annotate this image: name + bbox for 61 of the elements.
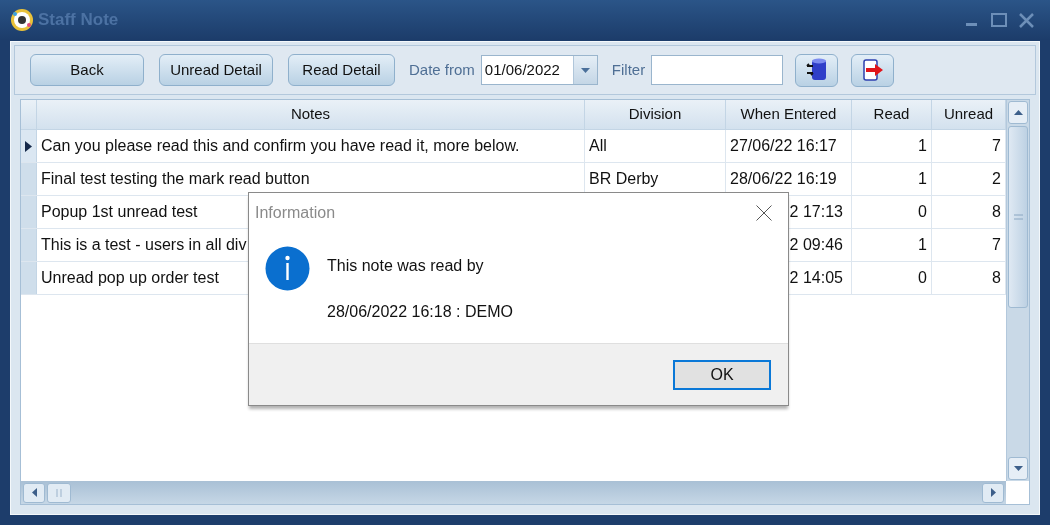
table-cell-text: 1 xyxy=(918,235,927,255)
table-cell-text: 28/06/22 16:19 xyxy=(730,169,837,189)
table-cell-text: 1 xyxy=(918,136,927,156)
scroll-up-button[interactable] xyxy=(1008,101,1028,124)
table-cell-text: Unread pop up order test xyxy=(41,268,219,288)
down-arrow-icon xyxy=(1013,466,1023,471)
table-cell-text: 1 xyxy=(918,169,927,189)
table-cell-text: 7 xyxy=(992,136,1001,156)
close-icon[interactable] xyxy=(756,205,772,221)
current-row-icon xyxy=(25,140,32,152)
scroll-thumb[interactable] xyxy=(1008,126,1028,308)
exit-button[interactable] xyxy=(851,53,895,87)
database-refresh-button[interactable] xyxy=(795,53,839,87)
table-cell-text: All xyxy=(589,136,607,156)
toolbar-button[interactable]: Back xyxy=(30,54,144,86)
column-header[interactable]: When Entered xyxy=(726,100,852,129)
row-selector[interactable] xyxy=(21,130,37,162)
table-cell-text: 0 xyxy=(918,268,927,288)
left-arrow-icon xyxy=(31,488,37,497)
ok-button[interactable]: OK xyxy=(673,359,771,390)
table-cell-text: 2 17:13 xyxy=(789,202,843,222)
toolbar-button[interactable]: Read Detail xyxy=(288,54,395,86)
horizontal-scrollbar[interactable] xyxy=(21,481,1006,504)
vertical-scrollbar[interactable] xyxy=(1006,100,1029,481)
table-cell-text: 2 xyxy=(992,169,1001,189)
up-arrow-icon xyxy=(1013,110,1023,115)
filter-field[interactable] xyxy=(651,55,784,85)
table-cell-text: Can you please read this and confirm you have read it, more below. xyxy=(41,136,520,156)
column-header[interactable]: Notes xyxy=(37,100,585,129)
maximize-icon[interactable] xyxy=(991,13,1007,27)
dialog-message: This note was read by xyxy=(327,256,485,276)
date-dropdown[interactable]: 01/06/2022 xyxy=(480,55,598,85)
table-cell-text: Final test testing the mark read button xyxy=(41,169,310,189)
table-cell-text: 0 xyxy=(918,202,927,222)
scroll-down-button[interactable] xyxy=(1008,457,1028,480)
table-cell-text: 7 xyxy=(992,235,1001,255)
dialog-detail: 28/06/2022 16:18 : DEMO xyxy=(327,302,513,322)
table-cell-text: 27/06/22 16:17 xyxy=(730,136,837,156)
column-header[interactable]: Division xyxy=(585,100,726,129)
table-cell-text: BR Derby xyxy=(589,169,659,189)
table-cell-text: 2 14:05 xyxy=(789,268,843,288)
table-cell-text: 8 xyxy=(992,268,1001,288)
info-icon xyxy=(265,246,310,291)
grip-icon xyxy=(56,488,62,497)
close-icon[interactable] xyxy=(1019,12,1034,28)
table-cell-text: This is a test - users in all div xyxy=(41,235,247,255)
dropdown-caret-icon xyxy=(580,67,590,73)
table-cell-text: 8 xyxy=(992,202,1001,222)
table-cell-text: Popup 1st unread test xyxy=(41,202,198,222)
dialog-title: Information xyxy=(255,203,336,223)
right-arrow-icon xyxy=(990,488,996,497)
app-logo-icon xyxy=(10,8,34,32)
scroll-right-button[interactable] xyxy=(982,482,1004,503)
scroll-thumb[interactable] xyxy=(47,482,71,503)
scroll-left-button[interactable] xyxy=(23,482,45,503)
column-header[interactable]: Read xyxy=(852,100,932,129)
filter-label: Filter xyxy=(611,59,646,80)
grip-icon xyxy=(1013,214,1023,220)
toolbar-button[interactable]: Unread Detail xyxy=(159,54,273,86)
date-label: Date from xyxy=(409,59,475,80)
table-cell-text: 2 09:46 xyxy=(789,235,843,255)
